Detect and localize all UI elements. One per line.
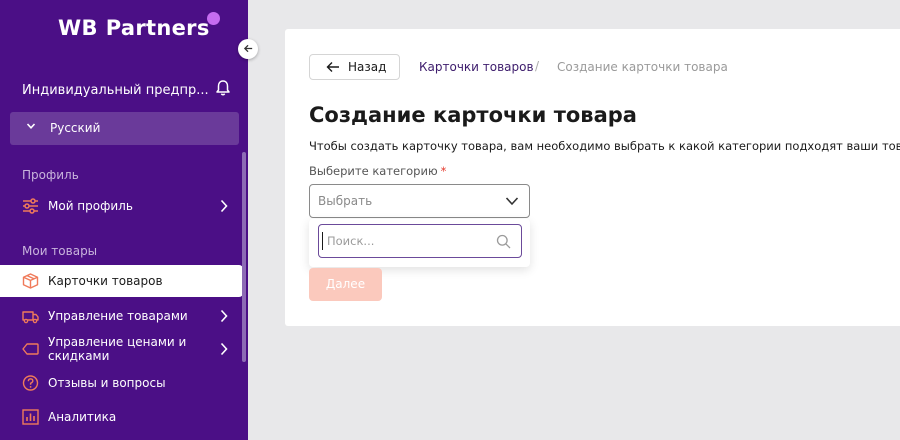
truck-icon <box>22 311 39 324</box>
language-selector[interactable]: Русский <box>10 112 239 145</box>
next-button[interactable]: Далее <box>309 268 382 301</box>
bell-icon[interactable] <box>214 79 232 97</box>
sidebar-item-my-profile[interactable]: Мой профиль <box>0 190 243 222</box>
sidebar-item-goods-management[interactable]: Управление товарами <box>0 300 243 332</box>
sidebar-scrollbar[interactable] <box>242 152 246 362</box>
required-mark: * <box>440 164 447 178</box>
breadcrumb-separator: / <box>535 59 540 73</box>
category-label-text: Выберите категорию <box>309 164 438 178</box>
page-description: Чтобы создать карточку товара, вам необх… <box>309 139 900 153</box>
breadcrumb-product-cards[interactable]: Карточки товаров <box>419 60 534 74</box>
logo-partners: Partners <box>105 16 210 40</box>
sidebar-item-label: Мой профиль <box>48 199 133 213</box>
category-select-value: Выбрать <box>318 194 373 208</box>
category-field-label: Выберите категорию * <box>309 164 446 178</box>
breadcrumb-current: Создание карточки товара <box>557 60 728 74</box>
sidebar: WB Partners Индивидуальный предпр... Русс… <box>0 0 248 440</box>
chevron-down-icon <box>505 197 519 206</box>
sidebar-item-label: Отзывы и вопросы <box>48 376 166 390</box>
box-icon <box>22 273 39 289</box>
sidebar-item-label: Карточки товаров <box>48 274 163 288</box>
section-title-my-goods: Мои товары <box>22 244 98 258</box>
chevron-right-icon <box>220 342 228 356</box>
sidebar-item-reviews-questions[interactable]: Отзывы и вопросы <box>0 367 243 399</box>
sidebar-item-label: Управление ценами и скидками <box>48 335 187 363</box>
chevron-right-icon <box>220 309 228 323</box>
logo-wb: WB <box>58 16 98 40</box>
page-title: Создание карточки товара <box>309 103 637 127</box>
sidebar-item-analytics[interactable]: Аналитика <box>0 401 243 433</box>
back-button-label: Назад <box>348 60 387 74</box>
arrow-left-icon <box>243 44 252 53</box>
chevron-down-icon <box>26 123 36 129</box>
collapse-sidebar-button[interactable] <box>238 39 258 59</box>
sidebar-item-product-cards[interactable]: Карточки товаров <box>0 265 243 297</box>
language-label: Русский <box>50 121 101 135</box>
sidebar-item-prices-discounts[interactable]: Управление ценами и скидками <box>0 333 243 365</box>
back-button[interactable]: Назад <box>309 54 400 80</box>
question-icon <box>22 375 39 391</box>
org-row[interactable]: Индивидуальный предпр... <box>22 79 234 99</box>
category-search[interactable] <box>318 224 522 258</box>
sidebar-item-label: Управление товарами <box>48 309 188 323</box>
create-card-panel: Назад Карточки товаров / Создание карточ… <box>285 29 900 326</box>
chevron-right-icon <box>220 199 228 213</box>
wb-partners-logo[interactable]: WB Partners <box>58 12 220 40</box>
tag-icon <box>22 343 39 355</box>
category-select[interactable]: Выбрать <box>309 184 530 218</box>
search-icon <box>496 234 511 249</box>
sliders-icon <box>23 198 38 214</box>
logo-dot <box>206 12 220 25</box>
category-search-input[interactable] <box>319 225 521 257</box>
org-name: Индивидуальный предпр... <box>22 83 209 98</box>
sidebar-item-label: Аналитика <box>48 410 117 424</box>
section-title-profile: Профиль <box>22 168 79 182</box>
chart-icon <box>22 409 39 425</box>
arrow-left-icon <box>326 62 339 72</box>
category-dropdown <box>309 219 530 267</box>
